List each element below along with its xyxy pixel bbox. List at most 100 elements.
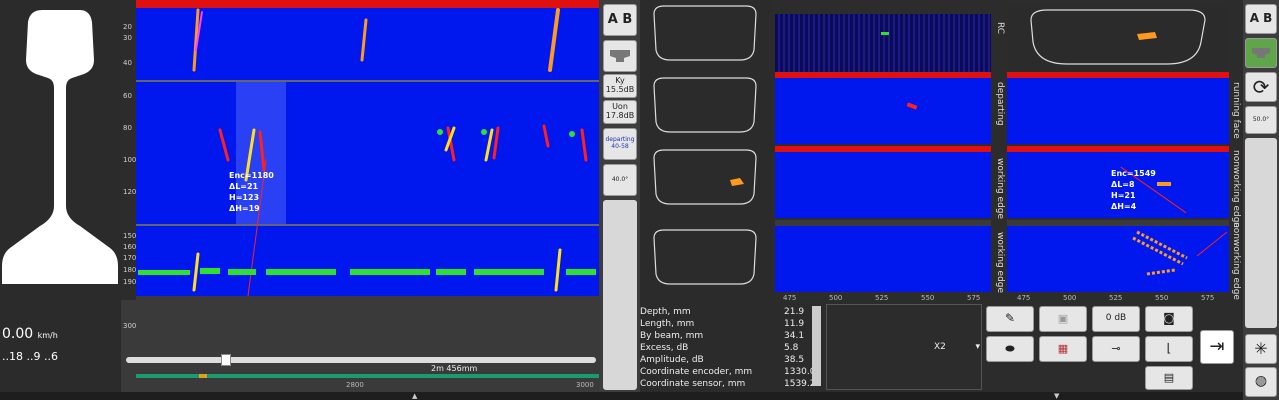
scrub-track[interactable] [126, 357, 596, 363]
measure-value: 1539.2 [784, 379, 816, 389]
rc-channel-scope [775, 14, 991, 72]
probe-button[interactable]: ⬬ [986, 336, 1034, 362]
depth-tick: 160 [123, 243, 137, 251]
section-outlines [653, 5, 757, 285]
speed-unit: km/h [37, 331, 58, 340]
left-toolbar: A B Ky 15.5dB Uon 17.8dB departing 40-58… [600, 0, 640, 400]
measure-value: 1330.0 [784, 367, 816, 377]
measure-value: 5.8 [784, 343, 799, 353]
channel-label: departing [995, 82, 1005, 126]
channel-label: RC [995, 22, 1005, 35]
channel-label: nonworking edge [1231, 222, 1241, 300]
zoom-select[interactable]: X2 ▾ [934, 342, 980, 352]
departing-channel-button[interactable]: departing 40-58 [603, 128, 637, 160]
measure-label: Depth, mm [640, 307, 691, 317]
device-button[interactable]: ◍ [1245, 367, 1277, 397]
ab-mode-button-right[interactable]: A B [1245, 4, 1277, 34]
depth-tick: 170 [123, 254, 137, 262]
echo-annotation-left: Enc=1180 ΔL=21 H=123 ΔH=19 [229, 171, 274, 213]
rail-head-toggle[interactable] [1245, 38, 1277, 68]
camera-button[interactable]: ◙ [1145, 306, 1193, 332]
depth-tick: 100 [123, 156, 137, 164]
boot-button[interactable]: ⌊ [1145, 336, 1193, 362]
profile-thumbnails [640, 0, 773, 300]
scrub-handle[interactable] [221, 354, 231, 366]
grid-flag-button[interactable]: ▦ [1039, 336, 1087, 362]
depth-tick: 60 [123, 92, 132, 100]
zero-db-button[interactable]: 0 dB [1092, 306, 1140, 332]
measure-label: Length, mm [640, 319, 695, 329]
depth-tick: 150 [123, 232, 137, 240]
depth-tick: 20 [123, 23, 132, 31]
refresh-button[interactable]: ⟳ [1245, 72, 1277, 102]
measure-label: Amplitude, dB [640, 355, 704, 365]
measure-label: Excess, dB [640, 343, 689, 353]
probe-icon: ⬬ [1005, 341, 1015, 355]
gain-uon-button[interactable]: Uon 17.8dB [603, 100, 637, 124]
depth-tick: 40 [123, 59, 132, 67]
depth-tick: 80 [123, 124, 132, 132]
depth-tick: 120 [123, 188, 137, 196]
working-edge-scope-2 [775, 226, 991, 292]
bscan-right[interactable]: RC departing running face working edge n… [773, 0, 1243, 305]
channel-label: nonworking edge [1231, 150, 1241, 228]
channel-readout: ..18 ..9 ..6 [2, 350, 58, 363]
echo-cluster [1132, 230, 1228, 276]
rail-head-icon [610, 50, 630, 62]
channel-label: running face [1231, 82, 1241, 139]
edit-icon: ✎ [1004, 311, 1016, 326]
refresh-icon: ⟳ [1252, 75, 1270, 99]
device-icon: ◍ [1254, 373, 1268, 390]
measure-value: 21.9 [784, 307, 805, 317]
coord-tick: 2800 [346, 381, 364, 389]
network-icon: ✳ [1254, 339, 1268, 359]
table-button[interactable]: ▤ [1145, 366, 1193, 390]
rail-profile-image [2, 10, 118, 284]
rail-head-icon [1252, 48, 1270, 58]
depth-tick: 300 [123, 322, 137, 330]
working-edge-scope-1 [775, 152, 991, 218]
grid-icon: ▦ [1057, 341, 1069, 355]
photo-frame-button[interactable]: ▣ [1039, 306, 1087, 332]
angle-button-right[interactable]: 50.0° [1245, 106, 1277, 134]
table-icon: ▤ [1163, 370, 1175, 384]
measure-label: By beam, mm [640, 331, 704, 341]
boot-icon: ⌊ [1166, 341, 1172, 356]
measure-value: 34.1 [784, 331, 805, 341]
rail-head-button[interactable] [603, 40, 637, 72]
measure-label: Coordinate sensor, mm [640, 379, 746, 389]
departing-channel-scope [775, 78, 991, 144]
depth-tick: 190 [123, 278, 137, 286]
measure-value: 11.9 [784, 319, 805, 329]
exit-button[interactable]: ⇥ [1200, 330, 1234, 364]
exit-door-icon: ⇥ [1209, 336, 1225, 358]
echo-marks [138, 8, 596, 297]
measure-value: 38.5 [784, 355, 805, 365]
running-face-scope [1007, 78, 1229, 144]
offset-icon: ⊸ [1111, 341, 1121, 355]
frame-icon: ▣ [1057, 311, 1069, 325]
depth-tick: 180 [123, 266, 137, 274]
edit-report-button[interactable]: ✎ [986, 306, 1034, 332]
offset-button[interactable]: ⊸ [1092, 336, 1140, 362]
coord-tick: 3000 [576, 381, 594, 389]
right-section-outline [1030, 9, 1206, 65]
expand-down-icon[interactable]: ▼ [1054, 392, 1059, 400]
measurements-scrollbar[interactable] [812, 306, 821, 386]
channel-label: working edge [995, 232, 1005, 294]
speed-value: 0.00 [2, 326, 34, 342]
angle-button[interactable]: 40.0° [603, 164, 637, 196]
distance-label: 2m 456mm [431, 364, 478, 373]
ab-mode-button[interactable]: A B [603, 4, 637, 36]
right-toolbar: A B ⟳ 50.0° ✳ ◍ [1243, 0, 1279, 400]
depth-tick: 30 [123, 34, 132, 42]
gain-ku-button[interactable]: Ky 15.5dB [603, 74, 637, 98]
measure-label: Coordinate encoder, mm [640, 367, 753, 377]
expand-up-icon[interactable]: ▲ [412, 392, 417, 400]
chevron-down-icon: ▾ [975, 342, 980, 352]
bscan-left[interactable]: 20 30 40 60 80 100 120 150 160 170 180 1… [121, 0, 600, 400]
speed-readout: 0.00 km/h [2, 326, 58, 342]
network-button[interactable]: ✳ [1245, 334, 1277, 364]
channel-label: working edge [995, 158, 1005, 220]
camera-icon: ◙ [1163, 311, 1175, 326]
